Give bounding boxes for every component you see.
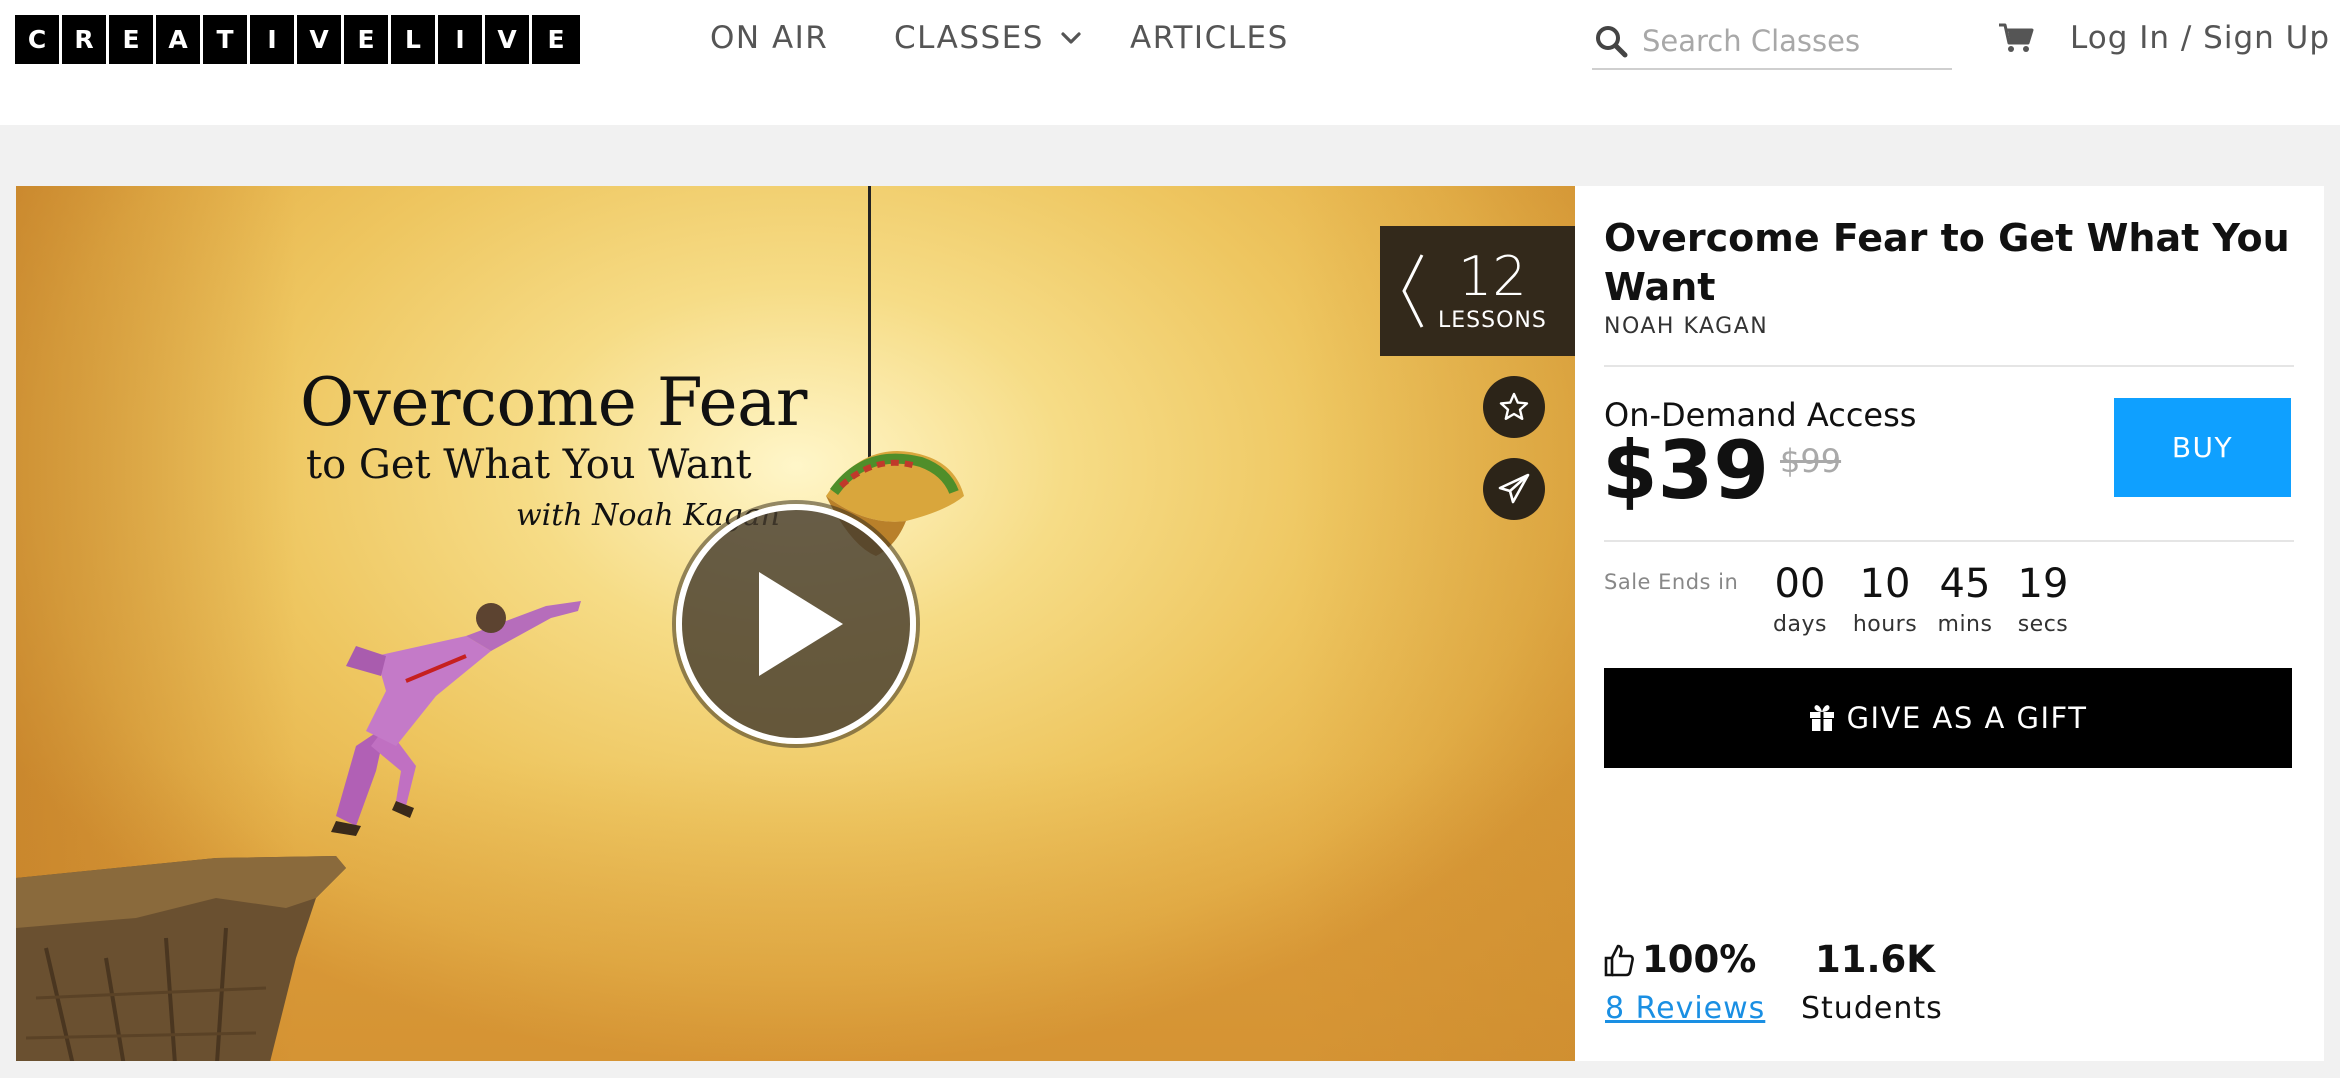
sale-ends-label: Sale Ends in	[1604, 570, 1739, 594]
site-header: C R E A T I V E L I V E ON AIR CLASSES A…	[0, 0, 2340, 125]
original-price: $99	[1780, 442, 1842, 480]
countdown-days-value: 00	[1774, 561, 1826, 607]
countdown-secs-value: 19	[2017, 561, 2069, 607]
cart-icon[interactable]	[1998, 22, 2034, 54]
countdown-secs-unit: secs	[2017, 612, 2069, 637]
gift-icon	[1809, 705, 1834, 731]
share-button[interactable]	[1483, 458, 1545, 520]
search-input[interactable]	[1642, 24, 1932, 58]
chevron-down-icon	[1061, 32, 1081, 44]
divider	[1604, 365, 2294, 367]
rating-percent: 100%	[1642, 938, 1757, 981]
search-icon[interactable]	[1594, 24, 1628, 58]
lessons-count: 12	[1458, 244, 1527, 308]
nav-classes[interactable]: CLASSES	[894, 20, 1082, 56]
sale-price: $39	[1602, 424, 1769, 517]
logo-letter: C	[15, 15, 59, 64]
logo-letter: E	[109, 15, 153, 64]
give-as-gift-label: GIVE AS A GIFT	[1846, 701, 2088, 735]
logo-letter: A	[156, 15, 200, 64]
nav-articles[interactable]: ARTICLES	[1130, 20, 1289, 56]
students-label: Students	[1801, 991, 1943, 1026]
hero-subtitle: to Get What You Want	[306, 442, 752, 488]
buy-button[interactable]: BUY	[2114, 398, 2291, 497]
star-icon	[1499, 392, 1529, 420]
countdown-hours-unit: hours	[1852, 612, 1918, 637]
course-purchase-panel: Overcome Fear to Get What You Want NOAH …	[1575, 186, 2324, 1061]
countdown-days-unit: days	[1773, 612, 1827, 637]
creativelive-logo[interactable]: C R E A T I V E L I V E	[15, 15, 580, 64]
lessons-label: LESSONS	[1438, 307, 1547, 333]
students-count: 11.6K	[1815, 938, 1935, 981]
favorite-button[interactable]	[1483, 376, 1545, 438]
chevron-left-icon	[1402, 254, 1424, 328]
give-as-gift-button[interactable]: GIVE AS A GIFT	[1604, 668, 2292, 768]
logo-letter: E	[532, 15, 580, 64]
course-video-player[interactable]: Overcome Fear to Get What You Want with …	[16, 186, 1575, 1061]
course-author[interactable]: NOAH KAGAN	[1604, 314, 1768, 339]
rating: 100%	[1604, 938, 1756, 981]
nav-on-air[interactable]: ON AIR	[710, 20, 828, 56]
play-icon	[759, 572, 843, 676]
reviews-link[interactable]: 8 Reviews	[1605, 991, 1765, 1026]
logo-letter: L	[391, 15, 435, 64]
course-title: Overcome Fear to Get What You Want	[1604, 216, 2290, 309]
countdown-mins-value: 45	[1939, 561, 1991, 607]
divider	[1604, 540, 2294, 542]
countdown-days: 00 days	[1765, 560, 1835, 637]
hero-title: Overcome Fear	[300, 364, 807, 441]
search-box	[1592, 14, 1952, 70]
lessons-button[interactable]: 12 LESSONS	[1380, 226, 1575, 356]
cliff-illustration	[16, 856, 346, 1061]
logo-letter: R	[62, 15, 106, 64]
thumbs-up-icon	[1604, 944, 1634, 976]
logo-letter: V	[485, 15, 529, 64]
login-signup-link[interactable]: Log In / Sign Up	[2070, 20, 2330, 56]
logo-letter: I	[250, 15, 294, 64]
play-button[interactable]	[676, 504, 916, 744]
logo-letter: I	[438, 15, 482, 64]
countdown-hours: 10 hours	[1845, 560, 1925, 637]
logo-letter: V	[297, 15, 341, 64]
countdown-secs: 19 secs	[2011, 560, 2075, 637]
countdown-mins: 45 mins	[1931, 560, 1999, 637]
countdown-hours-value: 10	[1859, 561, 1911, 607]
nav-classes-label: CLASSES	[894, 20, 1044, 56]
jumping-man-illustration	[331, 601, 581, 836]
countdown-mins-unit: mins	[1937, 612, 1993, 637]
logo-letter: E	[344, 15, 388, 64]
lessons-count-wrap: 12 LESSONS	[1438, 244, 1547, 333]
logo-letter: T	[203, 15, 247, 64]
paper-plane-icon	[1498, 473, 1530, 504]
